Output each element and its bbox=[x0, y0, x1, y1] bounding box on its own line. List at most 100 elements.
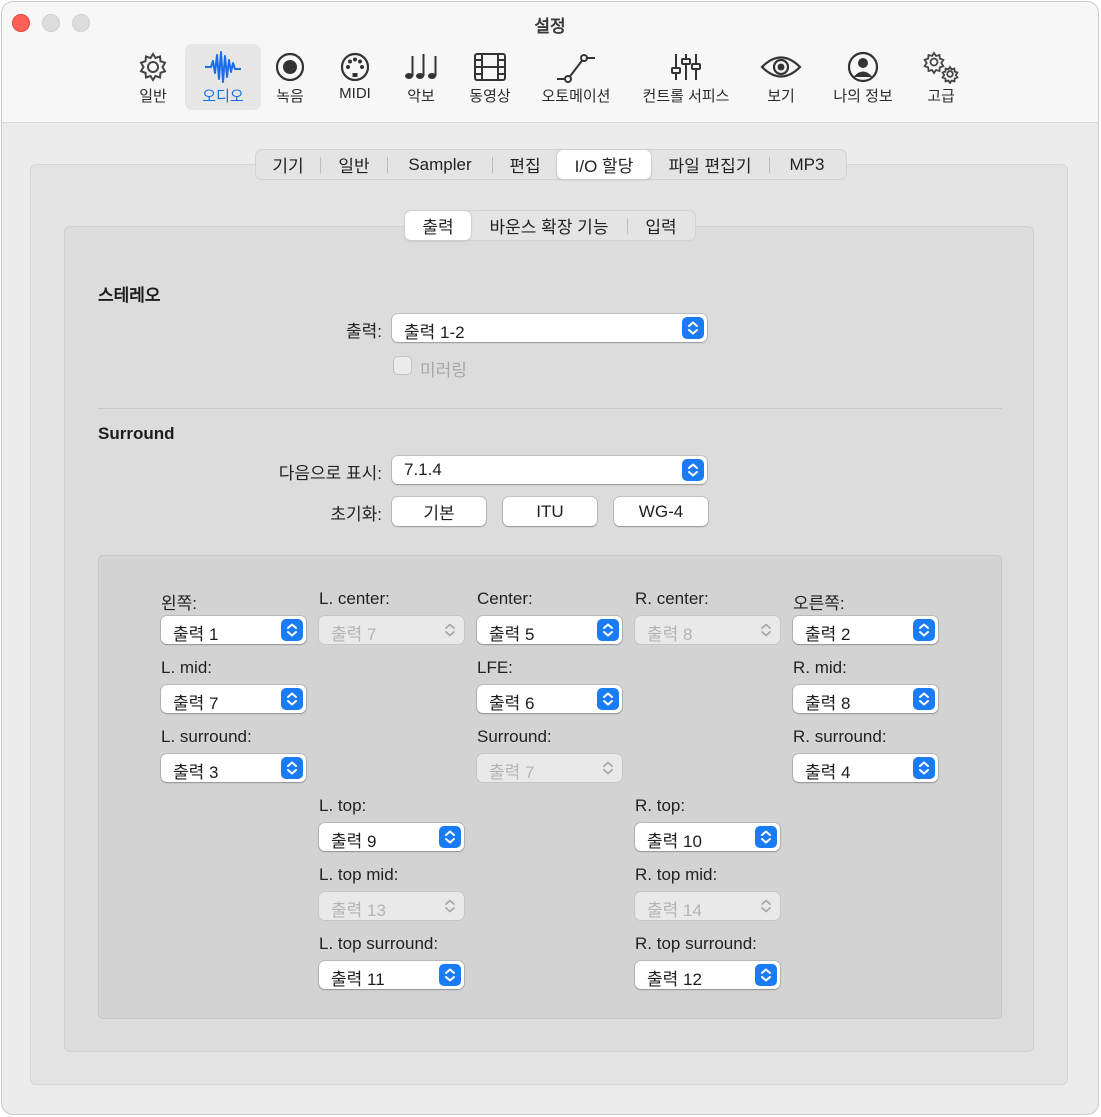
tab-edit[interactable]: 편집 bbox=[493, 150, 557, 179]
popup-value: 출력 8 bbox=[805, 694, 851, 713]
popup-value: 7.1.4 bbox=[404, 460, 442, 479]
toolbar-item-control-surfaces[interactable]: 컨트롤 서피스 bbox=[634, 44, 738, 110]
channel-label-r-top-surround: R. top surround: bbox=[635, 934, 757, 953]
toolbar-item-label: 나의 정보 bbox=[833, 88, 893, 105]
channel-popup-center[interactable]: 출력 5 bbox=[477, 616, 622, 644]
channel-label-r-surround: R. surround: bbox=[793, 727, 887, 746]
popup-value: 출력 8 bbox=[647, 625, 693, 644]
subtab-input[interactable]: 입력 bbox=[628, 211, 694, 240]
chevron-up-down-icon bbox=[682, 317, 704, 339]
channel-popup-lfe[interactable]: 출력 6 bbox=[477, 685, 622, 713]
channel-label-center: Center: bbox=[477, 589, 533, 608]
chevron-up-down-icon bbox=[439, 826, 461, 848]
music-notes-icon bbox=[402, 50, 440, 89]
channel-popup-l-center: 출력 7 bbox=[319, 616, 464, 644]
channel-popup-r-top-mid: 출력 14 bbox=[635, 892, 780, 920]
tab-file-editor[interactable]: 파일 편집기 bbox=[651, 150, 769, 179]
channel-label-r-top: R. top: bbox=[635, 796, 686, 815]
chevron-up-down-icon bbox=[597, 688, 619, 710]
channel-popup-r-center: 출력 8 bbox=[635, 616, 780, 644]
default-button[interactable]: 기본 bbox=[392, 497, 486, 526]
toolbar-item-automation[interactable]: 오토메이션 bbox=[532, 44, 620, 110]
toolbar-item-view[interactable]: 보기 bbox=[748, 44, 814, 110]
toolbar-item-record[interactable]: 녹음 bbox=[257, 44, 323, 110]
subtab-output[interactable]: 출력 bbox=[405, 211, 471, 240]
surround-heading: Surround bbox=[98, 424, 175, 443]
channel-popup-left[interactable]: 출력 1 bbox=[161, 616, 306, 644]
channel-popup-l-top[interactable]: 출력 9 bbox=[319, 823, 464, 851]
toolbar-item-general[interactable]: 일반 bbox=[118, 44, 188, 110]
chevron-up-down-icon bbox=[439, 964, 461, 986]
itu-button[interactable]: ITU bbox=[503, 497, 597, 526]
toolbar-item-label: 보기 bbox=[767, 88, 795, 105]
record-icon bbox=[273, 50, 307, 89]
person-icon bbox=[846, 50, 880, 89]
channel-popup-surround: 출력 7 bbox=[477, 754, 622, 782]
toolbar-item-label: 오토메이션 bbox=[541, 88, 611, 105]
popup-value: 출력 1 bbox=[173, 625, 219, 644]
waveform-icon bbox=[203, 50, 243, 89]
channel-popup-r-top[interactable]: 출력 10 bbox=[635, 823, 780, 851]
channel-popup-right[interactable]: 출력 2 bbox=[793, 616, 938, 644]
toolbar-item-my-info[interactable]: 나의 정보 bbox=[824, 44, 902, 110]
channel-label-l-surround: L. surround: bbox=[161, 727, 252, 746]
channel-popup-r-surround[interactable]: 출력 4 bbox=[793, 754, 938, 782]
toolbar-item-label: 동영상 bbox=[469, 88, 511, 105]
toolbar-item-label: 일반 bbox=[139, 88, 167, 105]
chevron-up-down-icon bbox=[597, 757, 619, 779]
chevron-up-down-icon bbox=[439, 895, 461, 917]
sliders-icon bbox=[669, 50, 703, 89]
tab-general[interactable]: 일반 bbox=[321, 150, 387, 179]
popup-value: 출력 2 bbox=[805, 625, 851, 644]
popup-value: 출력 9 bbox=[331, 832, 377, 851]
stereo-output-label: 출력: bbox=[345, 322, 382, 341]
toolbar-item-label: 녹음 bbox=[276, 88, 304, 105]
wg4-button[interactable]: WG-4 bbox=[614, 497, 708, 526]
toolbar-item-audio[interactable]: 오디오 bbox=[185, 44, 261, 110]
automation-curve-icon bbox=[554, 50, 598, 89]
toolbar-item-midi[interactable]: MIDI bbox=[322, 44, 388, 110]
channel-popup-l-surround[interactable]: 출력 3 bbox=[161, 754, 306, 782]
tab-sampler[interactable]: Sampler bbox=[388, 150, 492, 179]
chevron-up-down-icon bbox=[439, 619, 461, 641]
section-divider bbox=[98, 408, 1002, 409]
channel-label-l-mid: L. mid: bbox=[161, 658, 213, 677]
tab-devices[interactable]: 기기 bbox=[256, 150, 320, 179]
chevron-up-down-icon bbox=[913, 757, 935, 779]
channel-popup-l-mid[interactable]: 출력 7 bbox=[161, 685, 306, 713]
mirroring-label: 미러링 bbox=[420, 361, 467, 380]
tab-mp3[interactable]: MP3 bbox=[770, 150, 844, 179]
toolbar-item-advanced[interactable]: 고급 bbox=[908, 44, 974, 110]
popup-value: 출력 7 bbox=[331, 625, 377, 644]
popup-value: 출력 6 bbox=[489, 694, 535, 713]
popup-value: 출력 3 bbox=[173, 763, 219, 782]
toolbar-item-movie[interactable]: 동영상 bbox=[454, 44, 526, 110]
chevron-up-down-icon bbox=[281, 619, 303, 641]
popup-value: 출력 1-2 bbox=[404, 323, 465, 342]
toolbar-item-score[interactable]: 악보 bbox=[388, 44, 454, 110]
toolbar-item-label: 오디오 bbox=[202, 88, 244, 105]
channel-label-r-top-mid: R. top mid: bbox=[635, 865, 718, 884]
channel-popup-l-top-mid: 출력 13 bbox=[319, 892, 464, 920]
popup-value: 출력 7 bbox=[489, 763, 535, 782]
popup-value: 출력 5 bbox=[489, 625, 535, 644]
display-as-popup[interactable]: 7.1.4 bbox=[392, 456, 707, 484]
chevron-up-down-icon bbox=[755, 964, 777, 986]
chevron-up-down-icon bbox=[682, 459, 704, 481]
channel-popup-r-top-surround[interactable]: 출력 12 bbox=[635, 961, 780, 989]
channel-label-right: 오른쪽: bbox=[793, 594, 845, 613]
tab-io-assignments[interactable]: I/O 할당 bbox=[557, 150, 651, 179]
stereo-output-popup[interactable]: 출력 1-2 bbox=[392, 314, 707, 342]
channel-label-left: 왼쪽: bbox=[161, 594, 198, 613]
channel-label-lfe: LFE: bbox=[477, 658, 513, 677]
popup-value: 출력 7 bbox=[173, 694, 219, 713]
channel-popup-l-top-surround[interactable]: 출력 11 bbox=[319, 961, 464, 989]
channel-popup-r-mid[interactable]: 출력 8 bbox=[793, 685, 938, 713]
popup-value: 출력 11 bbox=[331, 970, 385, 989]
chevron-up-down-icon bbox=[913, 688, 935, 710]
subtab-bounce-extensions[interactable]: 바운스 확장 기능 bbox=[471, 211, 627, 240]
subtab-bar: 출력 바운스 확장 기능 입력 bbox=[404, 210, 696, 241]
mirroring-checkbox[interactable] bbox=[394, 357, 411, 374]
gears-icon bbox=[921, 50, 961, 89]
eye-icon bbox=[760, 50, 802, 89]
